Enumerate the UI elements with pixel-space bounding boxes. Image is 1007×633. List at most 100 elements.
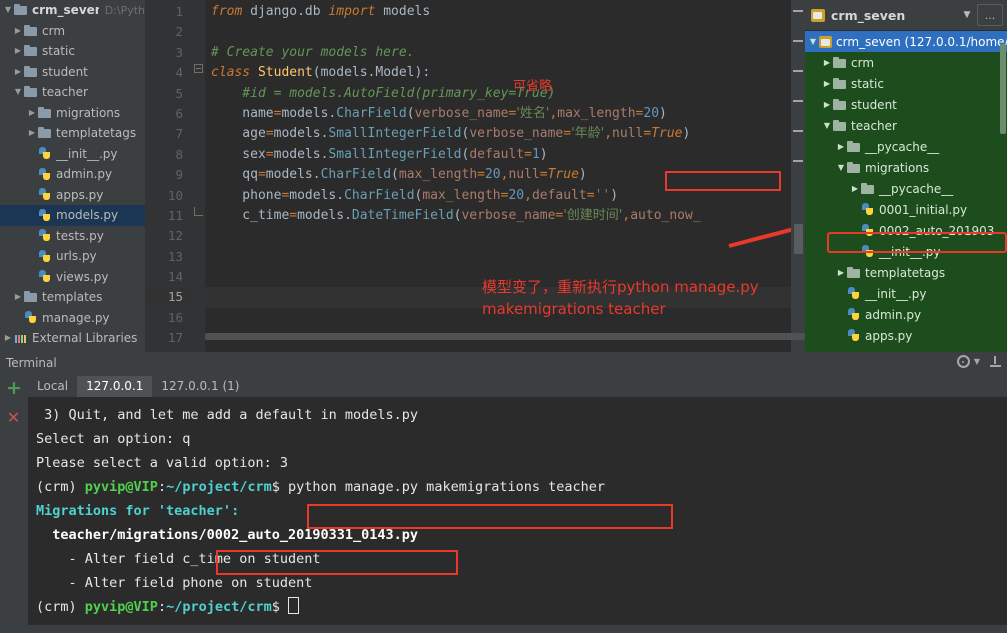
line-number[interactable]: 3 [145,43,191,63]
project-tree-item-templates[interactable]: ▶ templates [0,287,145,308]
line-number[interactable]: 12 [145,226,191,246]
fold-collapse-icon[interactable]: − [194,64,203,73]
project-tree-item-external-libraries[interactable]: ▶ External Libraries [0,328,145,349]
add-terminal-button[interactable]: + [6,379,22,398]
terminal-tab[interactable]: 127.0.0.1 (1) [152,376,248,397]
chevron-right-icon[interactable]: ▶ [12,26,24,35]
line-number[interactable]: 11 [145,206,191,226]
remote-tree-item-templatetags[interactable]: ▶ templatetags [805,262,1007,283]
line-number[interactable]: 13 [145,247,191,267]
line-number[interactable]: 2 [145,22,191,42]
remote-host-tool-window[interactable]: crm_seven ▼ ... ▼ crm_seven (127.0.0.1/h… [805,0,1007,352]
project-tree-item-student[interactable]: ▶ student [0,62,145,83]
terminal-tab[interactable]: 127.0.0.1 [77,376,153,397]
code-line[interactable]: class Student(models.Model): [205,63,791,83]
editor-gutter[interactable]: 1 2 3 4 5 6 7 8 9 10 11 12 13 14 15 16 17 [145,0,191,352]
code-line[interactable] [205,308,791,328]
fold-end-icon[interactable] [194,207,203,216]
chevron-right-icon[interactable]: ▶ [821,100,833,109]
chevron-down-icon[interactable]: ▼ [835,163,847,172]
project-tree-item-urls-py[interactable]: • urls.py [0,246,145,267]
terminal-tab[interactable]: Local [28,376,77,397]
remote-tree-item-0001-initial-py[interactable]: • 0001_initial.py [805,199,1007,220]
code-editor[interactable]: 1 2 3 4 5 6 7 8 9 10 11 12 13 14 15 16 17 − from django.… [145,0,805,352]
chevron-right-icon[interactable]: ▶ [835,142,847,151]
line-number[interactable]: 10 [145,186,191,206]
code-line[interactable] [205,267,791,287]
code-line[interactable] [205,247,791,267]
editor-scrollbar-thumb[interactable] [794,224,803,254]
editor-marker-bar[interactable] [791,0,805,352]
chevron-down-icon[interactable]: ▼ [12,88,24,96]
chevron-right-icon[interactable]: ▶ [835,268,847,277]
project-tree-item-templatetags[interactable]: ▶ templatetags [0,123,145,144]
line-number[interactable]: 17 [145,328,191,348]
project-tool-window[interactable]: ▼ crm_seven D:\Pyth ▶ crm ▶ static ▶ student ▼… [0,0,145,352]
chevron-right-icon[interactable]: ▶ [849,184,861,193]
code-line[interactable]: c_time=models.DateTimeField(verbose_name… [205,206,791,226]
project-tree-item-migrations[interactable]: ▶ migrations [0,103,145,124]
editor-horizontal-scrollbar[interactable] [205,333,805,340]
line-number[interactable]: 16 [145,308,191,328]
code-line[interactable]: # Create your models here. [205,43,791,63]
chevron-down-icon[interactable]: ▼ [807,37,819,46]
line-number[interactable]: 9 [145,165,191,185]
chevron-down-icon[interactable]: ▼ [2,6,14,14]
code-line[interactable] [205,287,791,308]
chevron-down-icon[interactable]: ▼ [959,4,975,26]
remote-tree-item--pycache-[interactable]: ▶ __pycache__ [805,136,1007,157]
chevron-right-icon[interactable]: ▶ [12,67,24,76]
remote-tree-item--init-py[interactable]: • __init__.py [805,283,1007,304]
project-tree-item-admin-py[interactable]: • admin.py [0,164,145,185]
code-line[interactable]: #id = models.AutoField(primary_key=True) [205,84,791,104]
remote-tree-item-migrations[interactable]: ▼ migrations [805,157,1007,178]
chevron-down-icon[interactable]: ▼ [974,357,980,366]
chevron-right-icon[interactable]: ▶ [2,334,14,342]
project-tree-item--init-py[interactable]: • __init__.py [0,144,145,165]
close-terminal-button[interactable]: ✕ [6,410,21,426]
project-tree-item-models-py[interactable]: • models.py [0,205,145,226]
project-tree-item-manage-py[interactable]: • manage.py [0,308,145,329]
minimize-icon[interactable] [990,356,1001,367]
code-line[interactable]: age=models.SmallIntegerField(verbose_nam… [205,124,791,144]
more-options-button[interactable]: ... [977,4,1003,26]
remote-tree-item-student[interactable]: ▶ student [805,94,1007,115]
code-line[interactable]: name=models.CharField(verbose_name='姓名',… [205,104,791,124]
project-tree-item-views-py[interactable]: • views.py [0,267,145,288]
line-number[interactable]: 5 [145,84,191,104]
project-tree-item-static[interactable]: ▶ static [0,41,145,62]
project-tree-item-teacher[interactable]: ▼ teacher [0,82,145,103]
project-root-row[interactable]: ▼ crm_seven D:\Pyth [0,0,145,21]
code-line[interactable]: from django.db import models [205,2,791,22]
chevron-right-icon[interactable]: ▶ [821,79,833,88]
project-tree-item-tests-py[interactable]: • tests.py [0,226,145,247]
line-number[interactable]: 8 [145,145,191,165]
project-tree-item-crm[interactable]: ▶ crm [0,21,145,42]
remote-tree-item-apps-py[interactable]: • apps.py [805,325,1007,346]
remote-root-row[interactable]: ▼ crm_seven (127.0.0.1/home/ [805,31,1007,52]
gear-icon[interactable] [956,355,970,368]
editor-fold-column[interactable]: − [191,0,205,352]
remote-tree-item-static[interactable]: ▶ static [805,73,1007,94]
chevron-right-icon[interactable]: ▶ [26,108,38,117]
line-number[interactable]: 14 [145,267,191,287]
chevron-down-icon[interactable]: ▼ [821,121,833,130]
remote-tree-item-admin-py[interactable]: • admin.py [805,304,1007,325]
line-number[interactable]: 6 [145,104,191,124]
remote-tree-item--pycache-[interactable]: ▶ __pycache__ [805,178,1007,199]
remote-scrollbar[interactable] [999,30,1007,352]
chevron-right-icon[interactable]: ▶ [12,47,24,55]
line-number[interactable]: 1 [145,2,191,22]
remote-scrollbar-thumb[interactable] [1000,44,1006,134]
terminal-tool-window[interactable]: Terminal ▼ Local 127.0.0.1 127.0.0.1 (1) +… [0,352,1007,633]
chevron-right-icon[interactable]: ▶ [26,129,38,137]
remote-tree-item-teacher[interactable]: ▼ teacher [805,115,1007,136]
chevron-right-icon[interactable]: ▶ [12,293,24,301]
code-line[interactable]: sex=models.SmallIntegerField(default=1) [205,145,791,165]
line-number[interactable]: 7 [145,124,191,144]
line-number[interactable]: 15 [145,287,191,308]
line-number[interactable]: 4 [145,63,191,83]
remote-tree-item-crm[interactable]: ▶ crm [805,52,1007,73]
chevron-right-icon[interactable]: ▶ [821,58,833,67]
code-line[interactable] [205,226,791,246]
